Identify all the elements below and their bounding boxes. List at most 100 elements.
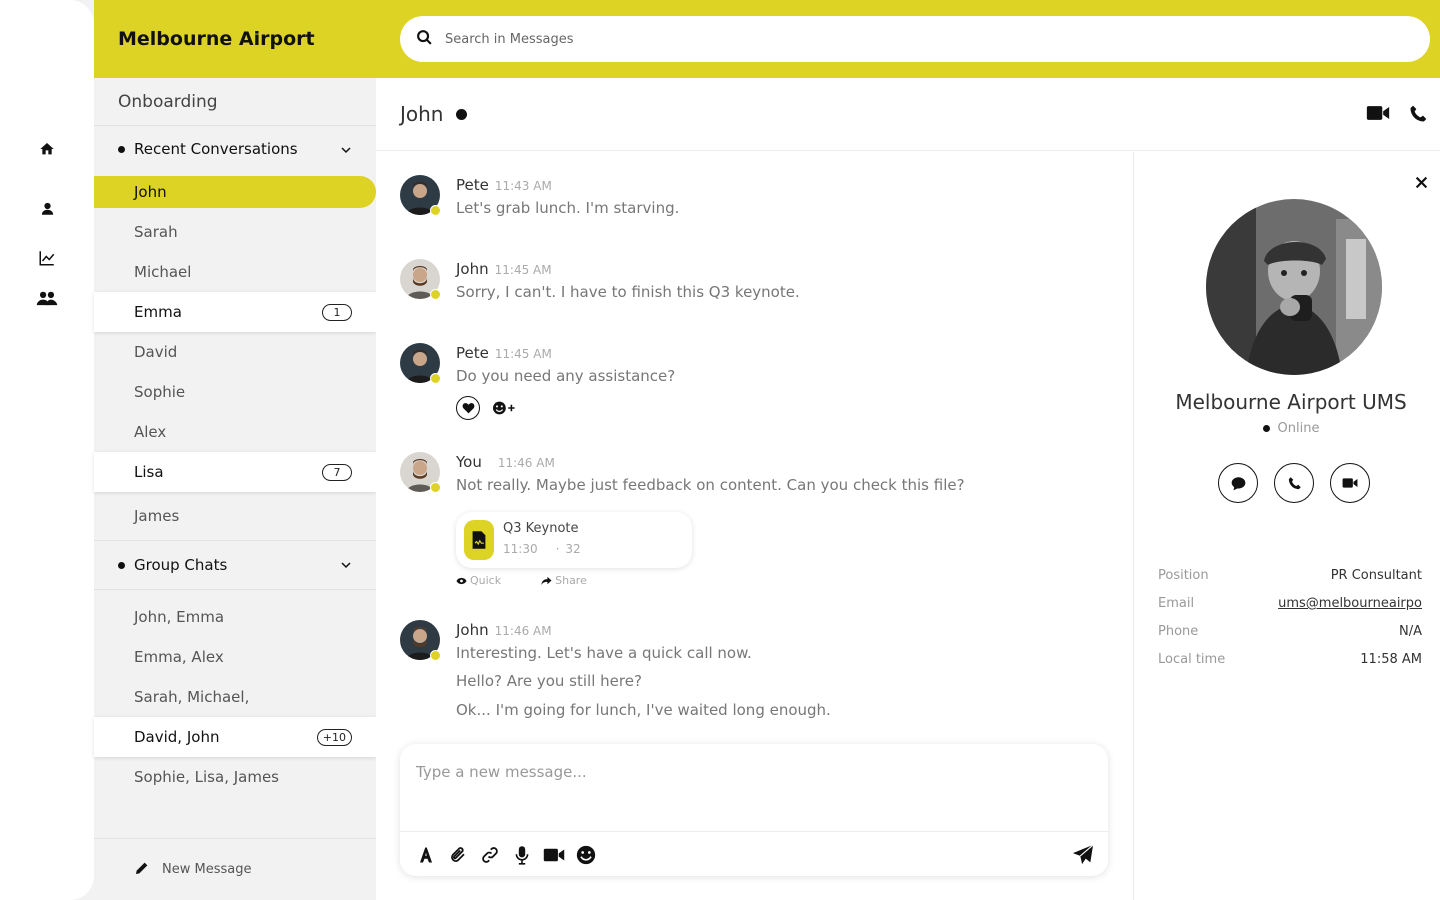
detail-row-email: Email ums@melbourneairpo [1158, 596, 1422, 611]
reaction-bar [456, 396, 518, 420]
video-call-icon[interactable] [1366, 104, 1390, 126]
message-time: 11:46 AM [494, 624, 552, 638]
recent-conversations-header[interactable]: Recent Conversations [94, 126, 376, 172]
profile-status: Online [1134, 421, 1440, 436]
microphone-icon[interactable] [511, 844, 533, 866]
section-dot [118, 145, 125, 153]
profile-photo [1206, 199, 1382, 375]
top-bar: Search in Messages [376, 0, 1440, 78]
chat-header: John [376, 78, 1440, 151]
message-list: Pete 11:43 AM Let's grab lunch. I'm starv… [376, 152, 1133, 744]
detail-row-local-time: Local time 11:58 AM [1158, 652, 1422, 667]
video-icon[interactable] [543, 844, 565, 866]
profile-video-button[interactable] [1330, 463, 1370, 503]
group-label: Emma, Alex [134, 648, 224, 666]
message-time: 11:45 AM [494, 263, 552, 277]
group-item[interactable]: Emma, Alex [94, 637, 376, 677]
message-header: You 11:46 AM [456, 452, 555, 471]
group-item[interactable]: John, Emma [94, 597, 376, 637]
conversation-item-emma[interactable]: Emma 1 [94, 292, 376, 332]
group-label: Sarah, Michael, [134, 688, 250, 706]
chart-icon[interactable] [36, 247, 58, 269]
conversation-item-sarah[interactable]: Sarah [94, 212, 376, 252]
new-message-label: New Message [162, 862, 252, 877]
message-text: Do you need any assistance? [456, 367, 676, 385]
emoji-icon[interactable] [575, 844, 597, 866]
group-label: David, John [134, 728, 220, 746]
message-header: John 11:45 AM [456, 259, 552, 278]
message-composer[interactable]: Type a new message... [400, 744, 1108, 876]
send-icon[interactable] [1072, 844, 1094, 866]
search-input[interactable]: Search in Messages [400, 16, 1430, 62]
conversation-item-john[interactable]: John [94, 176, 376, 208]
close-icon[interactable] [1415, 174, 1428, 193]
add-reaction-icon[interactable] [492, 400, 518, 416]
message-header: Pete 11:43 AM [456, 175, 552, 194]
email-link[interactable]: ums@melbourneairpo [1278, 596, 1422, 611]
pencil-icon [134, 860, 150, 880]
attach-icon[interactable] [447, 844, 469, 866]
message-sender: Pete [456, 344, 489, 362]
chat-bubble-icon [1231, 476, 1245, 490]
video-icon [1342, 478, 1358, 488]
detail-key: Position [1158, 568, 1209, 583]
conversation-label: Alex [134, 423, 167, 441]
recent-conversations-title: Recent Conversations [134, 140, 298, 158]
conversation-label: Lisa [134, 463, 164, 481]
icon-rail [0, 0, 94, 900]
conversation-item-david[interactable]: David [94, 332, 376, 372]
profile-call-button[interactable] [1274, 463, 1314, 503]
message-text: Ok... I'm going for lunch, I've waited l… [456, 701, 831, 719]
conversation-item-lisa[interactable]: Lisa 7 [94, 452, 376, 492]
conversation-label: David [134, 343, 178, 361]
conversation-item-james[interactable]: James [94, 492, 376, 540]
new-message-button[interactable]: New Message [94, 838, 376, 900]
chevron-down-icon[interactable] [340, 142, 352, 160]
share-action[interactable]: Share [541, 574, 587, 587]
composer-placeholder: Type a new message... [416, 763, 587, 781]
unread-badge: +10 [316, 729, 352, 746]
detail-value: 11:58 AM [1360, 652, 1422, 667]
heart-reaction-icon[interactable] [456, 396, 480, 420]
message-header: John 11:46 AM [456, 620, 552, 639]
unread-badge: 7 [322, 464, 352, 481]
online-status-dot [430, 482, 441, 493]
quick-view-action[interactable]: Quick [456, 574, 501, 587]
group-item[interactable]: Sophie, Lisa, James [94, 757, 376, 797]
conversation-item-michael[interactable]: Michael [94, 252, 376, 292]
online-status-dot [430, 650, 441, 661]
group-item[interactable]: David, John +10 [94, 717, 376, 757]
file-size: 32 [565, 542, 581, 556]
message-sender: You [456, 453, 482, 471]
message-sender: Pete [456, 176, 489, 194]
conversation-item-sophie[interactable]: Sophie [94, 372, 376, 412]
profile-name: Melbourne Airport UMS [1175, 390, 1407, 414]
conversation-label: Sophie [134, 383, 186, 401]
group-chats-header[interactable]: Group Chats [94, 541, 376, 589]
conversation-label: Sarah [134, 223, 178, 241]
phone-call-icon[interactable] [1408, 104, 1428, 128]
group-icon[interactable] [36, 287, 58, 309]
conversation-label: Emma [134, 303, 182, 321]
file-time: 11:30 [503, 542, 538, 556]
profile-chat-button[interactable] [1218, 463, 1258, 503]
text-format-icon[interactable] [415, 844, 437, 866]
link-icon[interactable] [479, 844, 501, 866]
profile-status-label: Online [1277, 421, 1320, 436]
message-time: 11:46 AM [497, 456, 555, 470]
chat-title: John [400, 102, 444, 126]
online-status-dot [430, 373, 441, 384]
message-time: 11:45 AM [494, 347, 552, 361]
file-name: Q3 Keynote [503, 521, 579, 536]
message-text: Interesting. Let's have a quick call now… [456, 644, 752, 662]
conversation-item-alex[interactable]: Alex [94, 412, 376, 452]
detail-row-position: Position PR Consultant [1158, 568, 1422, 583]
file-attachment[interactable]: Q3 Keynote 11:30 · 32 [456, 512, 692, 568]
chevron-down-icon[interactable] [340, 557, 352, 575]
detail-value: PR Consultant [1330, 568, 1422, 583]
home-icon[interactable] [36, 138, 58, 160]
group-item[interactable]: Sarah, Michael, [94, 677, 376, 717]
section-dot [118, 561, 125, 569]
user-icon[interactable] [36, 197, 58, 219]
profile-panel: Melbourne Airport UMS Online Position PR… [1133, 152, 1440, 900]
